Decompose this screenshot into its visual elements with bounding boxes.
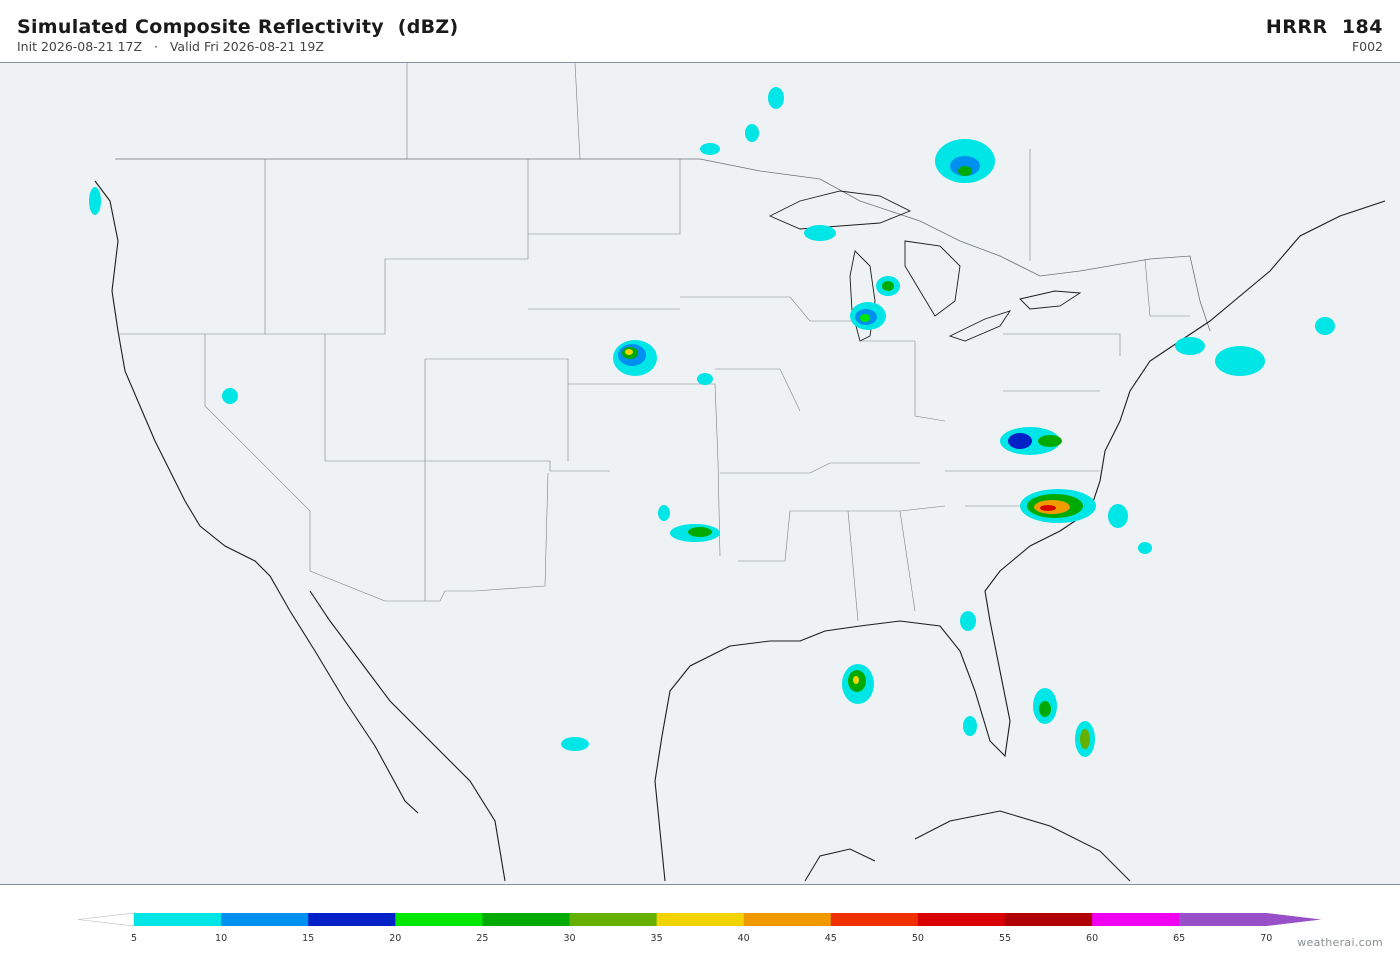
storm-cluster-oklahoma <box>658 505 720 542</box>
colorbar-swatch <box>656 913 745 926</box>
reflectivity-map[interactable] <box>0 62 1400 885</box>
reflectivity-echoes <box>89 87 1335 757</box>
map-title: Simulated Composite Reflectivity (dBZ) <box>17 16 459 38</box>
colorbar-swatch <box>917 913 1006 926</box>
colorbar-tick-label: 20 <box>389 933 401 944</box>
colorbar-swatch <box>308 913 396 926</box>
colorbar-swatch <box>830 913 919 926</box>
storm-cluster-virginia <box>1000 427 1062 455</box>
storm-cell-gulf <box>842 664 874 704</box>
colorbar-tick-label: 40 <box>738 933 750 944</box>
colorbar-tick-label: 15 <box>302 933 314 944</box>
mexico-west-coast <box>309 590 506 882</box>
colorbar-tick-label: 70 <box>1260 933 1272 944</box>
colorbar-tick-label: 25 <box>476 933 488 944</box>
colorbar-over-arrow <box>1266 913 1322 926</box>
scattered-echoes <box>89 87 1335 751</box>
map-canvas <box>89 63 1386 882</box>
colorbar-tick-label: 50 <box>912 933 924 944</box>
colorbar-tick-label: 5 <box>131 933 137 944</box>
colorbar: 5 10 15 20 25 30 35 40 45 50 55 60 65 70 <box>77 912 1322 944</box>
colorbar-tick-label: 55 <box>999 933 1011 944</box>
colorbar-swatch <box>134 913 222 926</box>
colorbar-tick-label: 35 <box>651 933 663 944</box>
yucatan-coast <box>804 848 876 882</box>
state-boundaries <box>118 63 1190 622</box>
lake-huron <box>904 240 961 317</box>
colorbar-swatch <box>1092 913 1180 926</box>
colorbar-tick-label: 30 <box>563 933 575 944</box>
colorbar-legend: 5 10 15 20 25 30 35 40 45 50 55 60 65 70 <box>0 883 1400 956</box>
colorbar-swatch <box>482 913 570 926</box>
colorbar-swatch <box>743 913 832 926</box>
forecast-hour: F002 <box>1351 39 1383 54</box>
canada-border <box>115 158 1211 332</box>
colorbar-swatch <box>1005 913 1093 926</box>
storm-cells-ontario <box>935 139 995 183</box>
colorbar-tick-label: 60 <box>1086 933 1098 944</box>
colorbar-swatch <box>395 913 483 926</box>
colorbar-swatch <box>1179 913 1267 926</box>
init-valid-time: Init 2026-08-21 17Z · Valid Fri 2026-08-… <box>17 39 324 54</box>
colorbar-tick-label: 65 <box>1173 933 1185 944</box>
colorbar-tick-label: 10 <box>215 933 227 944</box>
colorbar-swatch <box>221 913 309 926</box>
model-run: HRRR 184 <box>1265 16 1383 38</box>
west-coastline <box>94 180 419 814</box>
storm-cluster-north-carolina <box>1020 489 1096 523</box>
storm-cells-florida <box>960 611 1095 757</box>
colorbar-tick-label: 45 <box>825 933 837 944</box>
colorbar-under-arrow <box>77 912 135 927</box>
lake-ontario <box>1019 290 1082 310</box>
cuba-outline <box>914 810 1131 882</box>
map-header: Simulated Composite Reflectivity (dBZ) I… <box>0 0 1400 62</box>
gulf-coastline <box>661 200 1386 758</box>
storm-cell-nebraska <box>613 340 657 376</box>
mexico-gulf-coast <box>654 735 666 882</box>
colorbar-swatch <box>569 913 658 926</box>
lake-erie <box>948 310 1012 342</box>
credit-text: weatherai.com <box>1297 936 1383 949</box>
lake-superior <box>768 190 912 230</box>
